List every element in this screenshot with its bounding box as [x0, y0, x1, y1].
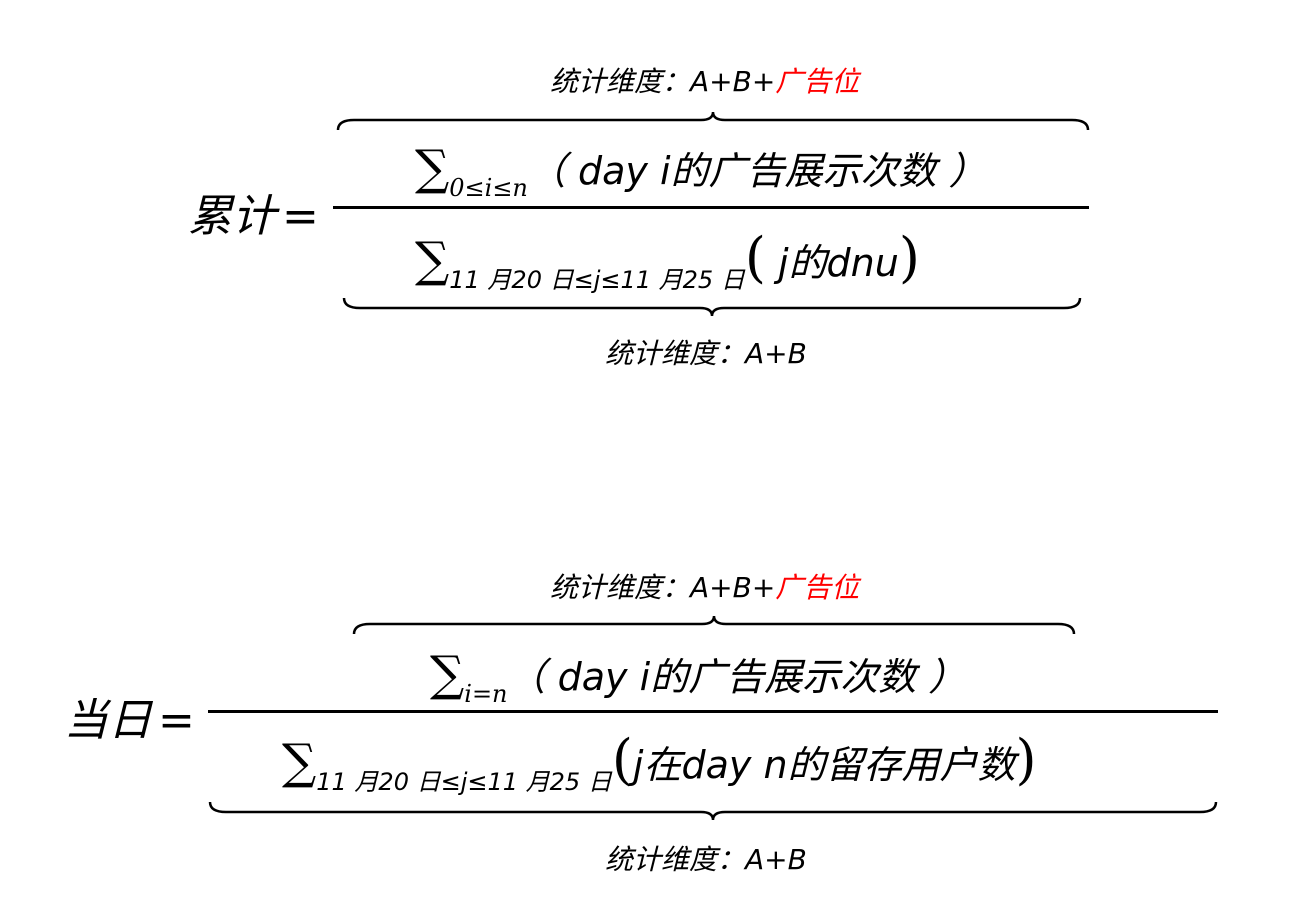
sigma-subscript: 11 月20 日≤j≤11 月25 日 — [316, 768, 612, 796]
denominator-text: j在day n的留存用户数 — [632, 743, 1016, 787]
sigma-symbol: ∑ — [415, 140, 450, 196]
open-paren: ( — [744, 226, 766, 289]
denominator-text: j的dnu — [765, 241, 899, 285]
annotation-text: 统计维度：A+B — [605, 843, 807, 876]
bottom-annotation: 统计维度：A+B — [605, 332, 807, 372]
sigma-subscript: 11 月20 日≤j≤11 月25 日 — [449, 266, 745, 294]
lhs-text: 累计 — [188, 191, 276, 242]
top-annotation: 统计维度：A+B+广告位 — [550, 566, 859, 606]
lhs-text: 当日 — [64, 695, 152, 746]
numerator-text: （ day i的广告展示次数 ） — [527, 149, 987, 193]
annotation-highlight: 广告位 — [775, 571, 860, 604]
lhs-label: 当日 = — [64, 684, 195, 748]
sigma-subscript: 0≤i≤n — [449, 174, 528, 202]
numerator-text: （ day i的广告展示次数 ） — [507, 655, 967, 699]
sigma-symbol: ∑ — [430, 646, 465, 702]
lhs-label: 累计 = — [188, 180, 319, 244]
annotation-text: 统计维度：A+B+ — [550, 65, 776, 98]
denominator: ∑11 月20 日≤j≤11 月25 日( j的dnu) — [415, 226, 920, 295]
sigma-symbol: ∑ — [415, 232, 450, 288]
fraction-bar — [208, 710, 1218, 713]
numerator: ∑i=n（ day i的广告展示次数 ） — [430, 646, 966, 708]
underbrace — [208, 801, 1218, 821]
close-paren: ) — [898, 226, 920, 289]
top-annotation: 统计维度：A+B+广告位 — [550, 60, 859, 100]
sigma-symbol: ∑ — [282, 734, 317, 790]
annotation-text: 统计维度：A+B — [605, 337, 807, 370]
equals-sign: = — [158, 695, 195, 746]
bottom-annotation: 统计维度：A+B — [605, 838, 807, 878]
numerator: ∑0≤i≤n（ day i的广告展示次数 ） — [415, 140, 987, 202]
close-paren: ) — [1015, 728, 1037, 791]
underbrace — [342, 297, 1082, 317]
equals-sign: = — [282, 191, 319, 242]
annotation-text: 统计维度：A+B+ — [550, 571, 776, 604]
overbrace — [352, 615, 1076, 635]
annotation-highlight: 广告位 — [775, 65, 860, 98]
denominator: ∑11 月20 日≤j≤11 月25 日(j在day n的留存用户数) — [282, 728, 1037, 797]
open-paren: ( — [611, 728, 633, 791]
fraction-bar — [333, 206, 1089, 209]
overbrace — [336, 111, 1090, 131]
sigma-subscript: i=n — [464, 680, 508, 708]
